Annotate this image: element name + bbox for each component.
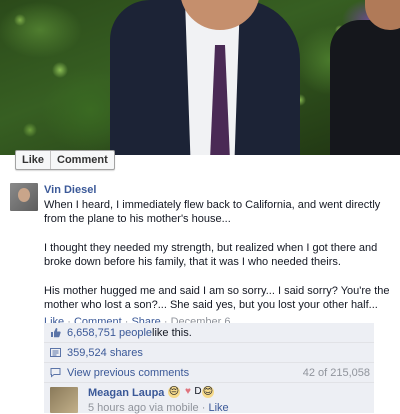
emoji-text: D	[194, 386, 202, 397]
comment-like-link[interactable]: Like	[208, 402, 228, 414]
author-avatar[interactable]	[10, 183, 38, 211]
likes-count-link[interactable]: 6,658,751 people	[67, 327, 152, 339]
photo-like-button[interactable]: Like	[16, 151, 50, 169]
pensive-emoji-icon: 😔	[168, 386, 180, 398]
comment-item: Meagan Laupa 😔 ♥ D 😊 5 hours ago via mob…	[44, 383, 374, 414]
comment-time: 5 hours ago via mobile ·	[88, 402, 209, 414]
shares-count-link[interactable]: 359,524 shares	[67, 347, 143, 359]
photo-comment-button[interactable]: Comment	[50, 151, 114, 169]
heart-icon: ♥	[185, 386, 191, 397]
commenter-avatar[interactable]	[50, 387, 78, 413]
ufi-panel: 6,658,751 people like this. 359,524 shar…	[44, 323, 374, 414]
likes-row: 6,658,751 people like this.	[44, 323, 374, 343]
shares-row: 359,524 shares	[44, 343, 374, 363]
comment-meta: 5 hours ago via mobile · Like	[88, 402, 229, 414]
photo-actions: Like Comment	[15, 150, 115, 170]
post-paragraph: When I heard, I immediately flew back to…	[44, 198, 381, 226]
smile-emoji-icon: 😊	[202, 386, 214, 398]
commenter-name[interactable]: Meagan Laupa	[88, 387, 164, 399]
post-paragraph: His mother hugged me and said I am so so…	[44, 284, 390, 312]
comment-pager: 42 of 215,058	[302, 366, 370, 379]
author-name[interactable]: Vin Diesel	[44, 183, 390, 198]
comment-icon	[50, 367, 61, 378]
thumbs-up-icon	[50, 327, 61, 338]
view-previous-row: View previous comments 42 of 215,058	[44, 363, 374, 383]
post-paragraph: I thought they needed my strength, but r…	[44, 241, 378, 269]
view-previous-comments-link[interactable]: View previous comments	[67, 367, 189, 379]
post-photo[interactable]	[0, 0, 400, 155]
photo-person2-suit	[330, 20, 400, 155]
post-body: Vin Diesel When I heard, I immediately f…	[44, 183, 390, 329]
likes-suffix: like this.	[152, 326, 192, 339]
post-text: When I heard, I immediately flew back to…	[44, 198, 390, 313]
share-icon	[50, 347, 61, 358]
